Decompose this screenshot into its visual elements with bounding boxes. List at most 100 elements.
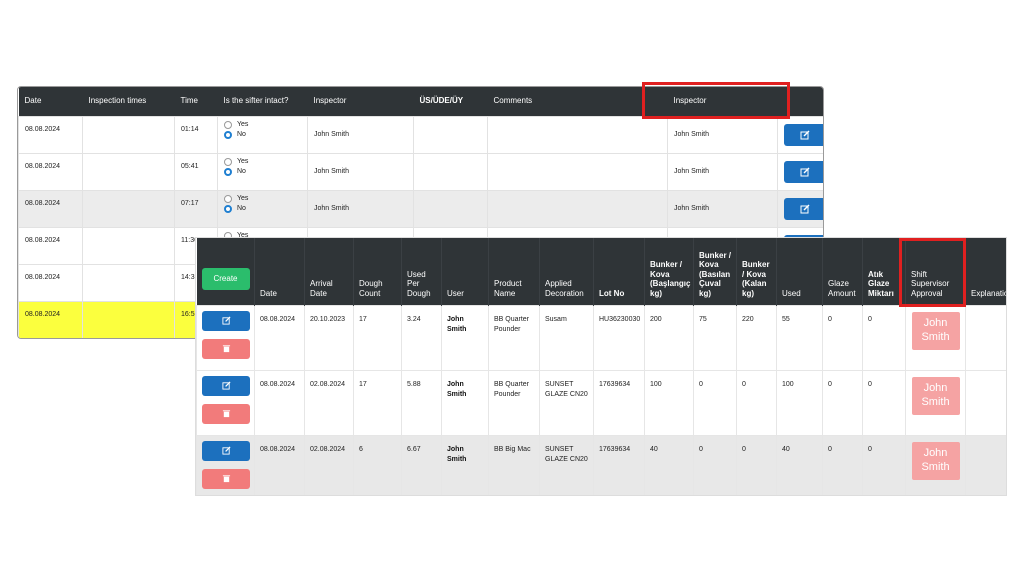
col-user: User bbox=[441, 238, 489, 305]
edit-button[interactable] bbox=[202, 440, 250, 461]
cell-applied-decoration: SUNSET GLAZE CN20 bbox=[539, 434, 594, 495]
cell-actions bbox=[196, 369, 255, 436]
no-radio[interactable] bbox=[224, 167, 232, 176]
cell-applied-decoration: SUNSET GLAZE CN20 bbox=[539, 369, 594, 436]
cell-glaze-amount: 0 bbox=[822, 304, 863, 371]
edit-icon bbox=[800, 204, 810, 213]
yes-label: Yes bbox=[237, 121, 249, 128]
cell-approval: John Smith bbox=[905, 434, 966, 495]
cell-inspection-times bbox=[82, 226, 175, 265]
cell-applied-decoration: Susam bbox=[539, 304, 594, 371]
no-label: No bbox=[237, 131, 246, 138]
col-applied-decoration: Applied Decoration bbox=[539, 238, 594, 305]
cell-sifter: Yes No bbox=[217, 115, 308, 154]
col-arrival-date: Arrival Date bbox=[304, 238, 354, 305]
create-button[interactable]: Create bbox=[201, 268, 250, 291]
edit-icon bbox=[800, 167, 810, 176]
cell-arrival-date: 20.10.2023 bbox=[304, 304, 354, 371]
cell-product-name: BB Quarter Pounder bbox=[488, 304, 540, 371]
cell-bunker-pressed: 75 bbox=[693, 304, 737, 371]
cell-date: 08.08.2024 bbox=[18, 152, 83, 191]
cell-us-ude-uy bbox=[413, 115, 488, 154]
table-row: 08.08.2024 02.08.2024 6 6.67 John Smith … bbox=[196, 434, 1006, 495]
col-create: Create bbox=[196, 238, 255, 305]
table-row: 08.08.2024 05:41 Yes No John Smith John … bbox=[18, 152, 823, 191]
delete-button[interactable] bbox=[202, 403, 250, 424]
col-used-per-dough: Used Per Dough bbox=[401, 238, 442, 305]
approval-button[interactable]: John Smith bbox=[911, 311, 960, 350]
cell-arrival-date: 02.08.2024 bbox=[304, 369, 354, 436]
col-inspector: Inspector bbox=[307, 87, 414, 116]
col-bunker-start: Bunker / Kova (Başlangıç kg) bbox=[644, 238, 694, 305]
delete-button[interactable] bbox=[202, 468, 250, 489]
approval-button[interactable]: John Smith bbox=[911, 441, 960, 480]
cell-lot-no: 17639634 bbox=[593, 369, 645, 436]
yes-radio[interactable] bbox=[224, 120, 232, 129]
yes-radio[interactable] bbox=[224, 157, 232, 166]
cell-comments bbox=[487, 152, 668, 191]
cell-inspection-times bbox=[82, 300, 175, 338]
cell-date: 08.08.2024 bbox=[254, 304, 305, 371]
approval-button[interactable]: John Smith bbox=[911, 376, 960, 415]
cell-used: 100 bbox=[776, 369, 823, 436]
edit-button[interactable] bbox=[784, 160, 823, 183]
edit-icon bbox=[221, 316, 231, 325]
table-row: 08.08.2024 02.08.2024 17 5.88 John Smith… bbox=[196, 369, 1006, 436]
edit-button[interactable] bbox=[784, 123, 823, 146]
delete-button[interactable] bbox=[202, 338, 250, 359]
cell-date: 08.08.2024 bbox=[254, 434, 305, 495]
cell-actions bbox=[777, 115, 823, 154]
col-glaze-amount: Glaze Amount bbox=[822, 238, 863, 305]
cell-dough-count: 6 bbox=[353, 434, 402, 495]
edit-button[interactable] bbox=[784, 197, 823, 220]
dough-usage-header-row: Create Date Arrival Date Dough Count Use… bbox=[196, 238, 1006, 305]
cell-approval: John Smith bbox=[905, 369, 966, 436]
cell-used: 55 bbox=[776, 304, 823, 371]
cell-glaze-amount: 0 bbox=[822, 434, 863, 495]
cell-product-name: BB Big Mac bbox=[488, 434, 540, 495]
cell-glaze-amount: 0 bbox=[822, 369, 863, 436]
no-radio[interactable] bbox=[224, 130, 232, 139]
table-row: 08.08.2024 07:17 Yes No John Smith John … bbox=[18, 189, 823, 228]
cell-bunker-remaining: 0 bbox=[736, 434, 777, 495]
cell-explanation bbox=[965, 369, 1006, 436]
edit-icon bbox=[221, 446, 231, 455]
cell-sifter: Yes No bbox=[217, 152, 308, 191]
cell-dough-count: 17 bbox=[353, 369, 402, 436]
cell-inspector: John Smith bbox=[307, 152, 414, 191]
cell-lot-no: 17639634 bbox=[593, 434, 645, 495]
cell-explanation bbox=[965, 304, 1006, 371]
cell-approval: John Smith bbox=[905, 304, 966, 371]
trash-icon bbox=[222, 475, 230, 483]
cell-dough-count: 17 bbox=[353, 304, 402, 371]
cell-used-per-dough: 6.67 bbox=[401, 434, 442, 495]
cell-inspector: John Smith bbox=[307, 189, 414, 228]
cell-date: 08.08.2024 bbox=[18, 115, 83, 154]
col-lot-no: Lot No bbox=[593, 238, 645, 305]
cell-bunker-remaining: 0 bbox=[736, 369, 777, 436]
cell-actions bbox=[777, 189, 823, 228]
edit-button[interactable] bbox=[202, 375, 250, 396]
cell-comments bbox=[487, 115, 668, 154]
cell-date: 08.08.2024 bbox=[18, 226, 83, 265]
cell-comments bbox=[487, 189, 668, 228]
cell-bunker-start: 40 bbox=[644, 434, 694, 495]
cell-sifter: Yes No bbox=[217, 189, 308, 228]
yes-label: Yes bbox=[237, 195, 249, 202]
cell-inspection-times bbox=[82, 152, 175, 191]
approval-highlight-box bbox=[899, 238, 966, 307]
trash-icon bbox=[222, 410, 230, 418]
col-sifter-intact: Is the sifter intact? bbox=[217, 87, 308, 116]
cell-inspector: John Smith bbox=[307, 115, 414, 154]
cell-used-per-dough: 5.88 bbox=[401, 369, 442, 436]
table-row: 08.08.2024 01:14 Yes No John Smith John … bbox=[18, 115, 823, 154]
yes-radio[interactable] bbox=[224, 194, 232, 203]
col-time: Time bbox=[174, 87, 218, 116]
edit-icon bbox=[800, 130, 810, 139]
col-date: Date bbox=[254, 238, 305, 305]
cell-actions bbox=[196, 434, 255, 495]
edit-button[interactable] bbox=[202, 310, 250, 331]
col-date: Date bbox=[18, 87, 83, 116]
no-radio[interactable] bbox=[224, 204, 232, 213]
cell-used-per-dough: 3.24 bbox=[401, 304, 442, 371]
